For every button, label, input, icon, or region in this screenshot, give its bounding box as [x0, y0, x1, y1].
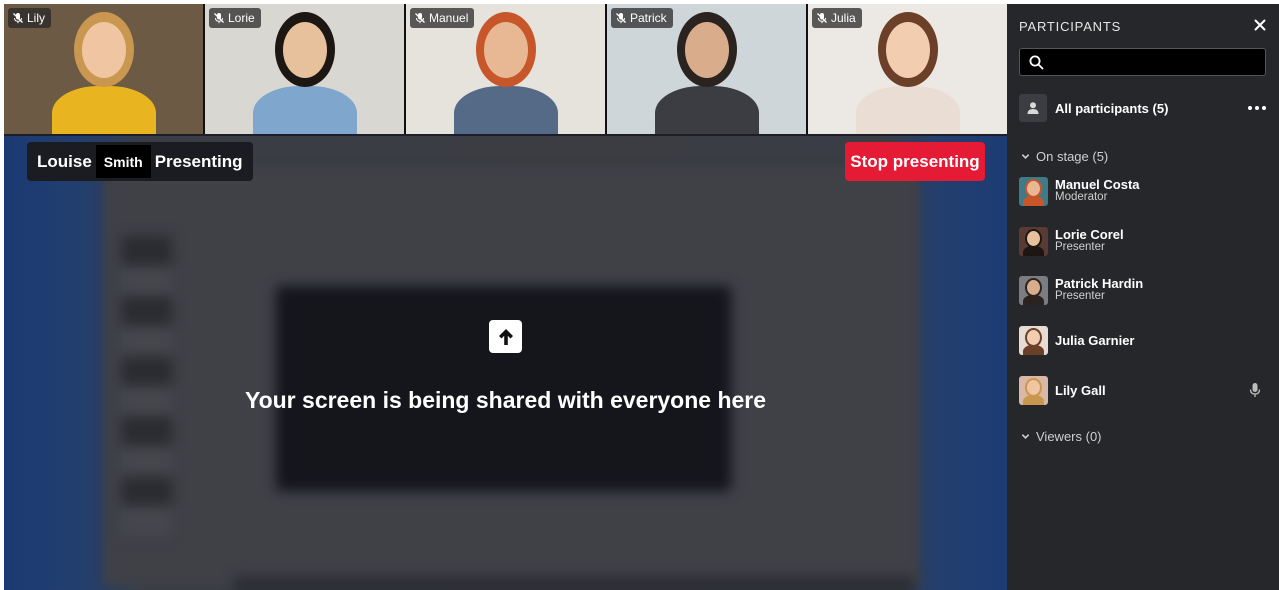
avatar [1019, 226, 1048, 256]
participant-name: Lily Gall [1055, 382, 1106, 398]
video-tile-lily[interactable]: Lily [4, 4, 203, 134]
panel-title: PARTICIPANTS [1019, 19, 1122, 34]
video-tile-julia[interactable]: Julia [808, 4, 1007, 134]
participant-name: Lorie Corel [1055, 227, 1124, 242]
presenter-last-name: Smith [95, 145, 151, 178]
person-face [885, 22, 930, 78]
search-icon [1029, 55, 1044, 70]
participant-role: Moderator [1055, 191, 1108, 203]
participant-role: Presenter [1055, 290, 1105, 302]
participant-name: Manuel [429, 11, 469, 25]
mic-off-icon [214, 13, 224, 24]
all-participants-row[interactable]: All participants (5) [1019, 94, 1269, 122]
mic-off-icon [13, 13, 23, 24]
chevron-down-icon [1021, 434, 1030, 439]
participant-row[interactable]: Patrick Hardin Presenter [1019, 275, 1269, 305]
video-strip: Lily Lorie Manuel Patrick Julia [4, 4, 1007, 134]
participant-info: Lorie Corel Presenter [1055, 228, 1124, 254]
microphone-icon[interactable] [1249, 382, 1261, 398]
participant-name: Manuel Costa [1055, 177, 1140, 192]
chevron-down-icon [1021, 154, 1030, 159]
participant-info: Julia Garnier [1055, 334, 1134, 347]
video-tile-manuel[interactable]: Manuel [406, 4, 605, 134]
more-options-icon[interactable] [1247, 100, 1267, 116]
avatar [1019, 375, 1048, 405]
participant-row[interactable]: Lily Gall [1019, 375, 1269, 405]
person-body [51, 86, 156, 134]
participant-name: Julia Garnier [1055, 332, 1135, 348]
search-input[interactable] [1050, 52, 1260, 72]
person-body [654, 86, 759, 134]
person-body [453, 86, 558, 134]
share-message: Your screen is being shared with everyon… [244, 387, 767, 413]
avatar [1019, 325, 1048, 355]
video-tile-lorie[interactable]: Lorie [205, 4, 404, 134]
participant-role: Presenter [1055, 241, 1105, 253]
participant-name: Lily [27, 11, 46, 25]
on-stage-label: On stage (5) [1036, 149, 1109, 164]
participant-row[interactable]: Lorie Corel Presenter [1019, 226, 1269, 256]
presenter-status: Presenting [154, 151, 243, 171]
participant-info: Lily Gall [1055, 384, 1106, 397]
participant-search[interactable] [1019, 48, 1266, 76]
person-body [252, 86, 357, 134]
participant-row[interactable]: Manuel Costa Moderator [1019, 176, 1269, 206]
avatar [1019, 275, 1048, 305]
participant-name: Lorie [228, 11, 255, 25]
mic-off-icon [817, 13, 827, 24]
arrow-up-icon [489, 320, 522, 353]
presenter-first-name: Louise [37, 151, 92, 171]
person-face [684, 22, 729, 78]
participants-panel: PARTICIPANTS All participants (5) On sta… [1007, 4, 1279, 590]
all-participants-label: All participants (5) [1055, 100, 1169, 116]
on-stage-toggle[interactable]: On stage (5) [1021, 149, 1108, 164]
participant-name-tag: Julia [812, 8, 862, 28]
presenter-badge: Louise Smith Presenting [27, 142, 253, 181]
participant-name-tag: Lorie [209, 8, 261, 28]
mic-off-icon [616, 13, 626, 24]
viewers-label: Viewers (0) [1036, 429, 1102, 444]
person-body [855, 86, 960, 134]
participant-name-tag: Patrick [611, 8, 673, 28]
participant-info: Patrick Hardin Presenter [1055, 277, 1143, 303]
participant-info: Manuel Costa Moderator [1055, 178, 1140, 204]
person-face [483, 22, 528, 78]
blurred-footer [234, 576, 914, 590]
person-face [81, 22, 126, 78]
participant-name: Patrick [630, 11, 667, 25]
participant-name-tag: Lily [8, 8, 52, 28]
stop-presenting-button[interactable]: Stop presenting [845, 142, 985, 181]
blurred-sidebar [122, 236, 172, 536]
close-icon[interactable] [1251, 16, 1269, 34]
app-window: Lily Lorie Manuel Patrick Julia Louise S… [4, 4, 1279, 590]
avatar [1019, 176, 1048, 206]
video-tile-patrick[interactable]: Patrick [607, 4, 806, 134]
shared-screen-preview [4, 136, 1007, 590]
person-icon [1019, 94, 1047, 122]
participant-name-tag: Manuel [410, 8, 475, 28]
participant-row[interactable]: Julia Garnier [1019, 325, 1269, 355]
viewers-toggle[interactable]: Viewers (0) [1021, 429, 1102, 444]
participant-name: Patrick Hardin [1055, 276, 1144, 291]
person-face [282, 22, 327, 78]
participant-name: Julia [831, 11, 856, 25]
mic-off-icon [415, 13, 425, 24]
stage: Lily Lorie Manuel Patrick Julia Louise S… [4, 4, 1007, 590]
